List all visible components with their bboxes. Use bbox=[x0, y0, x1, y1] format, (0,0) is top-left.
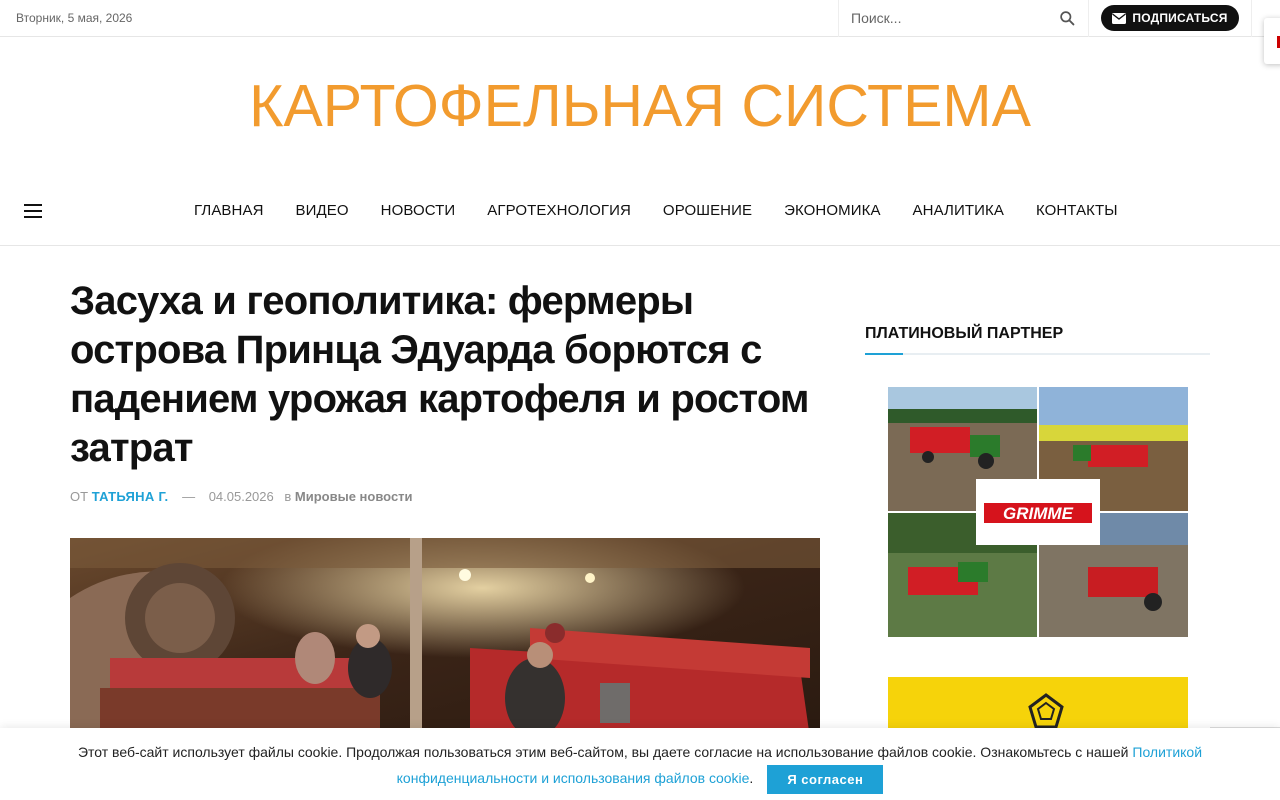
nav-item-economics[interactable]: ЭКОНОМИКА bbox=[768, 202, 896, 219]
article-title: Засуха и геополитика: фермеры острова Пр… bbox=[70, 279, 810, 470]
search-input[interactable] bbox=[851, 8, 1051, 28]
in-label: в bbox=[284, 489, 292, 504]
site-logo[interactable]: КАРТОФЕЛЬНАЯ СИСТЕМА bbox=[0, 72, 1280, 140]
search-box bbox=[838, 0, 1089, 37]
grimme-banner-graphic: GRIMME bbox=[888, 387, 1188, 637]
cookie-consent-bar: Этот веб-сайт использует файлы cookie. П… bbox=[0, 728, 1280, 800]
cookie-text-block: Этот веб-сайт использует файлы cookie. П… bbox=[40, 739, 1240, 794]
nav-item-analytics[interactable]: АНАЛИТИКА bbox=[897, 202, 1020, 219]
nav-item-video[interactable]: ВИДЕО bbox=[280, 202, 365, 219]
cookie-period: . bbox=[749, 770, 754, 787]
category-link[interactable]: Мировые новости bbox=[295, 489, 413, 504]
main-navigation: ГЛАВНАЯ ВИДЕО НОВОСТИ АГРОТЕХНОЛОГИЯ ОРО… bbox=[0, 176, 1280, 246]
potato-sorting-photo bbox=[70, 538, 820, 738]
article-meta: ОТ ТАТЬЯНА Г. — 04.05.2026 в Мировые нов… bbox=[70, 489, 413, 504]
subscribe-label: ПОДПИСАТЬСЯ bbox=[1132, 11, 1228, 25]
grimme-partner-banner[interactable]: GRIMME bbox=[888, 387, 1188, 637]
article-hero-image bbox=[70, 538, 820, 738]
author-link[interactable]: ТАТЬЯНА Г. bbox=[92, 489, 169, 504]
floating-side-tab[interactable] bbox=[1264, 18, 1280, 64]
nav-item-news[interactable]: НОВОСТИ bbox=[365, 202, 472, 219]
divider bbox=[1251, 0, 1252, 37]
subscribe-button[interactable]: ПОДПИСАТЬСЯ bbox=[1101, 5, 1239, 31]
envelope-icon bbox=[1112, 12, 1127, 24]
nav-item-irrigation[interactable]: ОРОШЕНИЕ bbox=[647, 202, 768, 219]
top-bar: Вторник, 5 мая, 2026 ПОДПИСАТЬСЯ bbox=[0, 0, 1280, 37]
nav-item-home[interactable]: ГЛАВНАЯ bbox=[178, 202, 280, 219]
cookie-text: Этот веб-сайт использует файлы cookie. П… bbox=[77, 744, 1133, 760]
nav-item-agrotech[interactable]: АГРОТЕХНОЛОГИЯ bbox=[471, 202, 647, 219]
cookie-agree-button[interactable]: Я согласен bbox=[767, 765, 884, 794]
current-date: Вторник, 5 мая, 2026 bbox=[16, 11, 133, 25]
article-date: 04.05.2026 bbox=[208, 489, 274, 504]
hamburger-menu-icon[interactable] bbox=[24, 204, 42, 218]
nav-item-contacts[interactable]: КОНТАКТЫ bbox=[1020, 202, 1134, 219]
by-label: ОТ bbox=[70, 489, 89, 504]
meta-dash: — bbox=[182, 489, 196, 504]
sidebar-title-underline bbox=[865, 353, 1210, 355]
search-icon[interactable] bbox=[1059, 10, 1076, 27]
grimme-logo-text: GRIMME bbox=[1003, 504, 1074, 523]
sidebar-partner-title: ПЛАТИНОВЫЙ ПАРТНЕР bbox=[865, 325, 1064, 342]
